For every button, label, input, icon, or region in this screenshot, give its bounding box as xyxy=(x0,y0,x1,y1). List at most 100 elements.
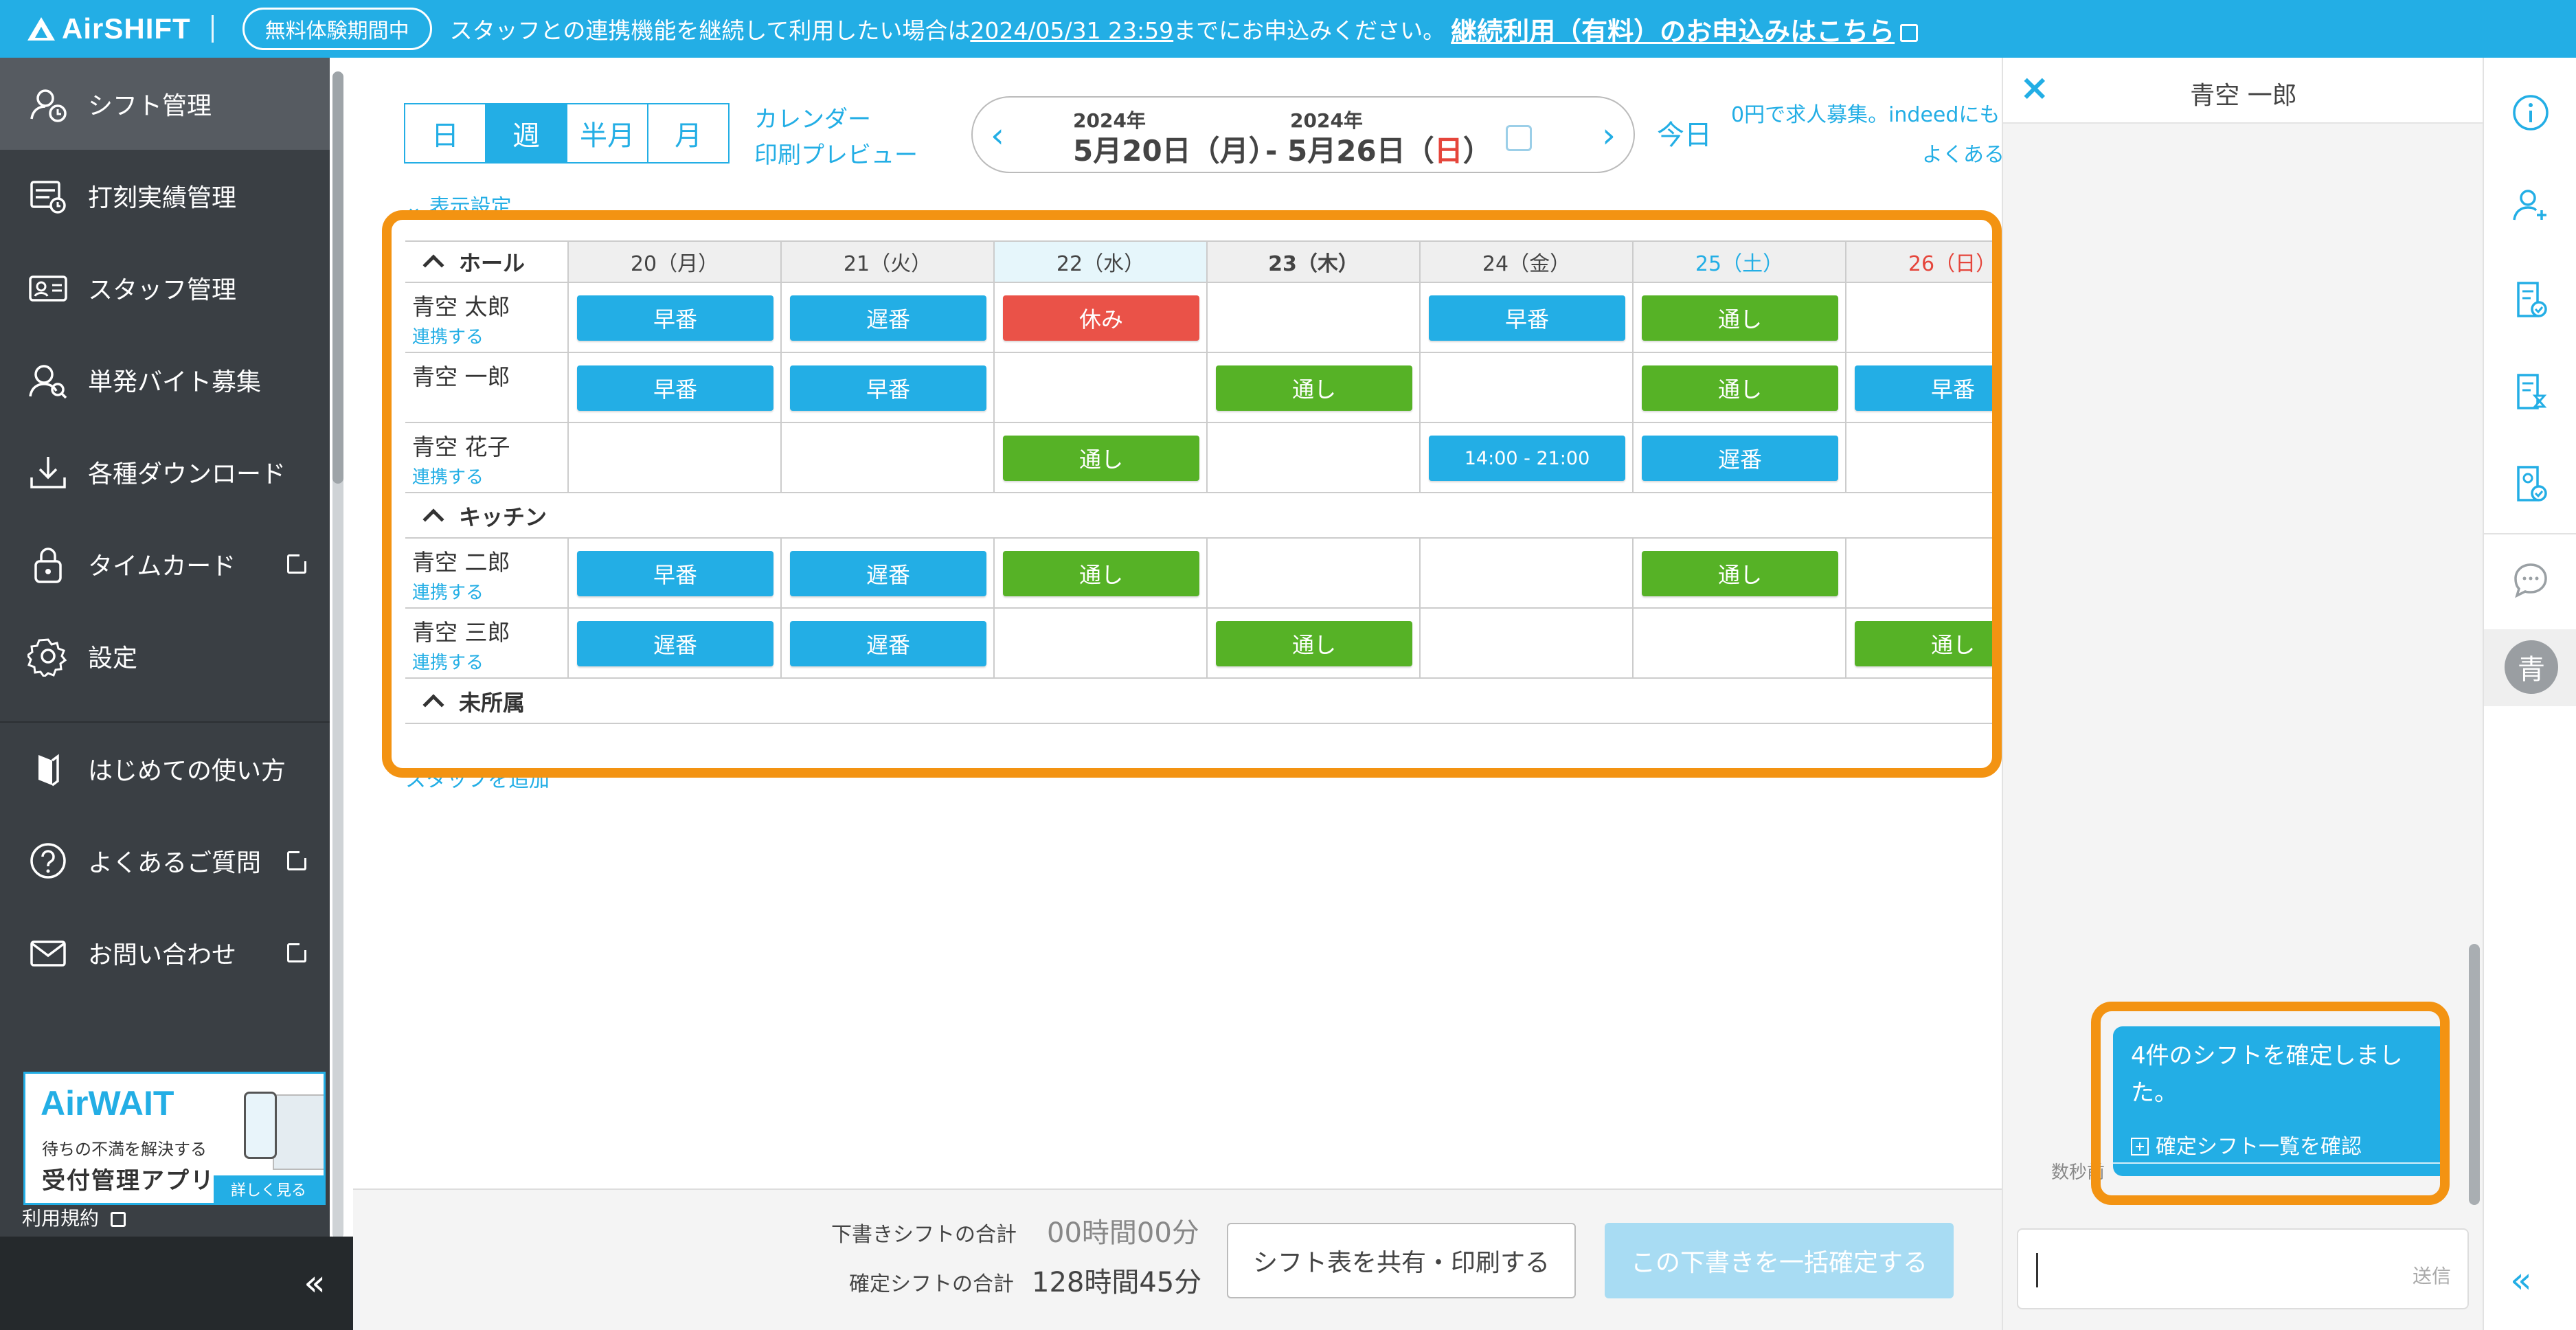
sidebar-collapse-button[interactable]: « xyxy=(0,1237,353,1330)
mail-icon xyxy=(27,932,69,973)
sidebar-item-label: 単発バイト募集 xyxy=(88,368,262,396)
start-date: 5月20日（月） xyxy=(1073,134,1278,168)
logo-text: AirSHIFT xyxy=(62,12,191,45)
highlight-frame-message xyxy=(2091,1002,2450,1205)
end-date: - 5月26日（日） xyxy=(1265,128,1492,170)
sidebar-item-settings[interactable]: 設定 xyxy=(0,610,330,702)
sidebar-item-staff[interactable]: スタッフ管理 xyxy=(0,242,330,334)
external-link-icon xyxy=(287,848,309,870)
faq-link[interactable]: よくある xyxy=(1922,137,2004,168)
tab-week[interactable]: 週 xyxy=(485,103,567,164)
terms-link[interactable]: 利用規約 xyxy=(22,1204,126,1231)
timecard-record-icon xyxy=(27,175,69,216)
avatar[interactable]: 青 xyxy=(2505,640,2558,694)
logo-triangle-icon xyxy=(27,17,55,41)
calendar-links: カレンダー 印刷プレビュー xyxy=(754,102,918,173)
question-icon xyxy=(27,840,69,881)
highlight-frame-grid xyxy=(382,210,2002,778)
airwait-ad-banner[interactable]: AirWAIT 待ちの不満を解決する 受付管理アプリ 詳しく見る xyxy=(23,1072,326,1205)
send-button[interactable]: 送信 xyxy=(2413,1261,2451,1289)
shift-icon xyxy=(27,83,69,124)
prev-week-button[interactable]: ‹ xyxy=(991,115,1004,155)
airwait-subtitle: 待ちの不満を解決する xyxy=(42,1140,207,1159)
indeed-promo-link[interactable]: 0円で求人募集。indeedにも xyxy=(1731,98,2000,128)
sidebar: シフト管理 打刻実績管理 スタッフ管理 単発バイト募集 各種ダウンロード タイム… xyxy=(0,58,330,1330)
sidebar-item-label: はじめての使い方 xyxy=(88,757,286,785)
sidebar-item-label: 各種ダウンロード xyxy=(88,460,286,488)
chat-title: 青空 一郎 xyxy=(2190,82,2297,110)
airshift-logo[interactable]: AirSHIFT xyxy=(27,12,191,45)
add-user-icon[interactable] xyxy=(2511,185,2550,224)
share-print-button[interactable]: シフト表を共有・印刷する xyxy=(1227,1223,1576,1298)
chat-header: × 青空 一郎 xyxy=(2003,58,2484,124)
sidebar-item-shift[interactable]: シフト管理 xyxy=(0,58,330,150)
chat-bubble-icon[interactable] xyxy=(2511,561,2550,599)
trial-badge: 無料体験期間中 xyxy=(242,8,432,50)
sidebar-item-recruit[interactable]: 単発バイト募集 xyxy=(0,334,330,426)
sidebar-item-label: 打刻実績管理 xyxy=(88,184,237,212)
sidebar-item-timecard-record[interactable]: 打刻実績管理 xyxy=(0,150,330,242)
print-preview-link[interactable]: 印刷プレビュー xyxy=(754,137,918,173)
tab-month[interactable]: 月 xyxy=(647,103,730,164)
info-icon[interactable] xyxy=(2511,93,2550,132)
text-caret xyxy=(2036,1253,2038,1287)
banner-message-pre: スタッフとの連携機能を継続して利用したい場合は xyxy=(449,17,971,44)
sidebar-item-faq[interactable]: よくあるご質問 xyxy=(0,815,330,907)
sidebar-item-label: よくあるご質問 xyxy=(88,849,262,877)
tablet-illustration xyxy=(273,1094,324,1170)
recruit-icon xyxy=(27,359,69,401)
confirmed-total-value: 128時間45分 xyxy=(1032,1267,1202,1298)
airwait-more-button[interactable]: 詳しく見る xyxy=(214,1175,324,1203)
continue-subscription-link[interactable]: 継続利用（有料）のお申込みはこちら xyxy=(1451,10,1919,48)
download-icon xyxy=(27,451,69,493)
sidebar-item-timecard[interactable]: タイムカード xyxy=(0,518,330,610)
phone-illustration xyxy=(244,1092,277,1159)
tab-day[interactable]: 日 xyxy=(404,103,486,164)
banner-deadline: 2024/05/31 23:59 xyxy=(970,17,1174,44)
bulk-confirm-button[interactable]: この下書きを一括確定する xyxy=(1605,1223,1954,1298)
tab-half-month[interactable]: 半月 xyxy=(566,103,648,164)
document-pending-icon[interactable] xyxy=(2511,372,2550,411)
external-link-icon xyxy=(1900,24,1919,42)
top-banner: AirSHIFT 無料体験期間中 スタッフとの連携機能を継続して利用したい場合は… xyxy=(0,0,2576,58)
footer-bar: 下書きシフトの合計 00時間00分 確定シフトの合計 128時間45分 シフト表… xyxy=(353,1188,2002,1330)
continue-subscription-label: 継続利用（有料）のお申込みはこちら xyxy=(1451,16,1895,47)
guide-icon xyxy=(27,748,69,789)
sidebar-scrollbar-thumb[interactable] xyxy=(332,71,343,484)
gear-icon xyxy=(25,635,69,679)
sidebar-item-download[interactable]: 各種ダウンロード xyxy=(0,426,330,518)
draft-total-value: 00時間00分 xyxy=(1047,1217,1199,1249)
right-rail: 青 « xyxy=(2483,58,2576,1330)
terms-label: 利用規約 xyxy=(22,1207,100,1230)
draft-total-label: 下書きシフトの合計 xyxy=(831,1223,1017,1247)
staff-card-icon xyxy=(27,267,69,308)
external-link-icon xyxy=(110,1212,126,1227)
document-check-icon[interactable] xyxy=(2511,280,2550,319)
external-link-icon xyxy=(287,940,309,962)
airwait-title: 受付管理アプリ xyxy=(42,1167,215,1195)
airwait-logo: AirWAIT xyxy=(41,1084,174,1123)
document-user-icon[interactable] xyxy=(2511,464,2550,503)
sidebar-item-guide[interactable]: はじめての使い方 xyxy=(0,723,330,815)
sidebar-item-label: タイムカード xyxy=(88,552,236,581)
end-date-day: 日 xyxy=(1434,134,1463,168)
next-week-button[interactable]: › xyxy=(1602,115,1616,155)
date-range-navigator: ‹ 2024年 5月20日（月） 2024年 - 5月26日（日） › xyxy=(971,96,1635,173)
sidebar-item-contact[interactable]: お問い合わせ xyxy=(0,907,330,999)
external-link-icon xyxy=(287,552,309,574)
end-date-pre: - 5月26日（ xyxy=(1265,134,1434,168)
lock-icon xyxy=(27,543,69,585)
confirmed-total-label: 確定シフトの合計 xyxy=(849,1272,1014,1296)
banner-message-post: までにお申込みください。 xyxy=(1173,17,1446,44)
today-button[interactable]: 今日 xyxy=(1657,113,1712,153)
calendar-picker-icon[interactable] xyxy=(1506,125,1532,151)
rail-collapse-button[interactable]: « xyxy=(2510,1260,2532,1301)
chat-scrollbar[interactable] xyxy=(2469,944,2480,1205)
calendar-link[interactable]: カレンダー xyxy=(754,102,918,137)
sidebar-item-label: お問い合わせ xyxy=(88,941,237,969)
banner-message: スタッフとの連携機能を継続して利用したい場合は2024/05/31 23:59ま… xyxy=(450,12,1445,45)
logo-divider xyxy=(211,15,214,43)
sidebar-item-label: スタッフ管理 xyxy=(88,276,237,304)
chat-input[interactable]: 送信 xyxy=(2017,1228,2469,1309)
view-tabs: 日 週 半月 月 xyxy=(404,103,730,164)
